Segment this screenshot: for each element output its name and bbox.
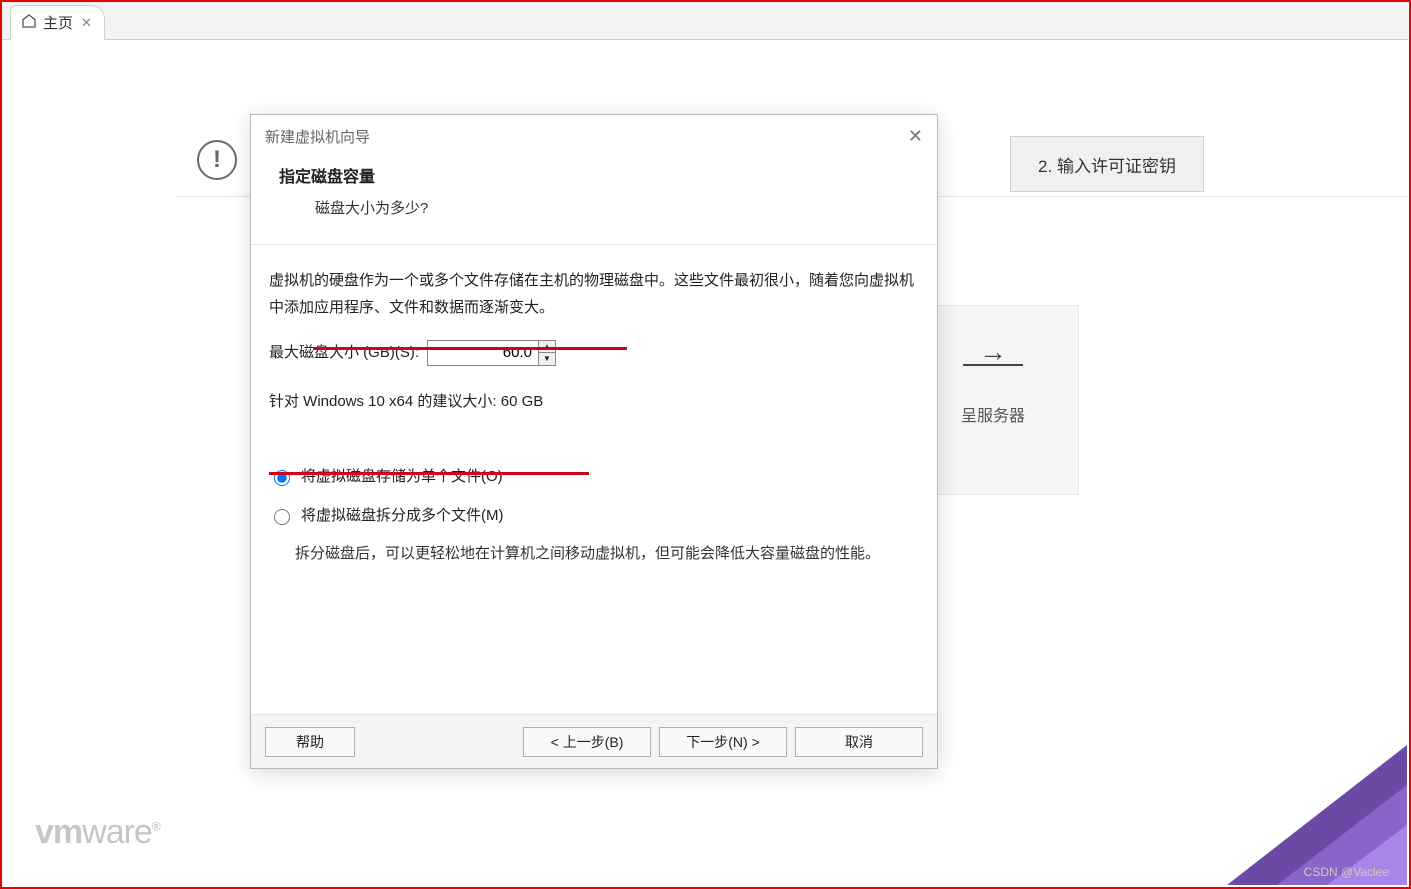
dialog-description: 虚拟机的硬盘作为一个或多个文件存储在主机的物理磁盘中。这些文件最初很小，随着您向… bbox=[269, 267, 919, 321]
dialog-title: 新建虚拟机向导 bbox=[265, 126, 370, 147]
radio-single-file-label: 将虚拟磁盘存储为单个文件(O) bbox=[301, 463, 503, 490]
home-icon bbox=[21, 13, 37, 33]
next-button-label: 下一步(N) > bbox=[686, 732, 760, 752]
dialog-body: 虚拟机的硬盘作为一个或多个文件存储在主机的物理磁盘中。这些文件最初很小，随着您向… bbox=[251, 245, 937, 714]
radio-split-files-desc: 拆分磁盘后，可以更轻松地在计算机之间移动虚拟机，但可能会降低大容量磁盘的性能。 bbox=[295, 541, 919, 567]
tab-home[interactable]: 主页 ✕ bbox=[10, 5, 105, 40]
close-icon[interactable]: ✕ bbox=[908, 126, 923, 147]
dialog-footer: 帮助 < 上一步(B) 下一步(N) > 取消 bbox=[251, 714, 937, 768]
dialog-subheading: 磁盘大小为多少? bbox=[315, 197, 909, 218]
radio-single-file[interactable]: 将虚拟磁盘存储为单个文件(O) bbox=[269, 463, 919, 490]
tab-label: 主页 bbox=[43, 12, 73, 33]
dialog-header: 指定磁盘容量 磁盘大小为多少? bbox=[251, 157, 937, 245]
tab-bar: 主页 ✕ bbox=[2, 2, 1409, 40]
corner-decoration bbox=[1157, 705, 1407, 885]
annotation-underline bbox=[313, 347, 627, 350]
arrow-right-icon: → bbox=[918, 336, 1068, 368]
cancel-button-label: 取消 bbox=[845, 732, 873, 752]
disk-size-input[interactable] bbox=[428, 341, 538, 365]
radio-split-files-input[interactable] bbox=[274, 509, 290, 525]
license-key-button[interactable]: 2. 输入许可证密钥 bbox=[1010, 136, 1204, 192]
logo-thin: ware bbox=[82, 813, 152, 851]
alert-icon: ! bbox=[197, 140, 237, 180]
logo-bold: vm bbox=[35, 813, 82, 851]
radio-split-files[interactable]: 将虚拟磁盘拆分成多个文件(M) bbox=[269, 502, 919, 529]
disk-size-label: 最大磁盘大小 (GB)(S): bbox=[269, 339, 419, 366]
back-button[interactable]: < 上一步(B) bbox=[523, 727, 651, 757]
close-icon[interactable]: ✕ bbox=[79, 15, 94, 31]
dialog-heading: 指定磁盘容量 bbox=[279, 163, 909, 187]
help-button[interactable]: 帮助 bbox=[265, 727, 355, 757]
step-down-icon[interactable]: ▼ bbox=[539, 353, 555, 365]
dialog-title-bar: 新建虚拟机向导 ✕ bbox=[251, 115, 937, 157]
license-key-label: 2. 输入许可证密钥 bbox=[1038, 152, 1176, 177]
radio-split-files-label: 将虚拟磁盘拆分成多个文件(M) bbox=[301, 502, 504, 529]
new-vm-wizard-dialog: 新建虚拟机向导 ✕ 指定磁盘容量 磁盘大小为多少? 虚拟机的硬盘作为一个或多个文… bbox=[250, 114, 938, 769]
next-button[interactable]: 下一步(N) > bbox=[659, 727, 787, 757]
annotation-underline bbox=[269, 472, 589, 475]
recommended-size: 针对 Windows 10 x64 的建议大小: 60 GB bbox=[269, 388, 919, 415]
watermark: CSDN @Vaclee bbox=[1304, 865, 1389, 879]
help-button-label: 帮助 bbox=[296, 732, 324, 752]
disk-size-stepper[interactable]: ▲ ▼ bbox=[427, 340, 556, 366]
cancel-button[interactable]: 取消 bbox=[795, 727, 923, 757]
back-button-label: < 上一步(B) bbox=[551, 732, 624, 752]
card-label: 呈服务器 bbox=[918, 402, 1068, 426]
vmware-logo: vmware® bbox=[35, 813, 160, 852]
disk-size-row: 最大磁盘大小 (GB)(S): ▲ ▼ bbox=[269, 339, 919, 366]
